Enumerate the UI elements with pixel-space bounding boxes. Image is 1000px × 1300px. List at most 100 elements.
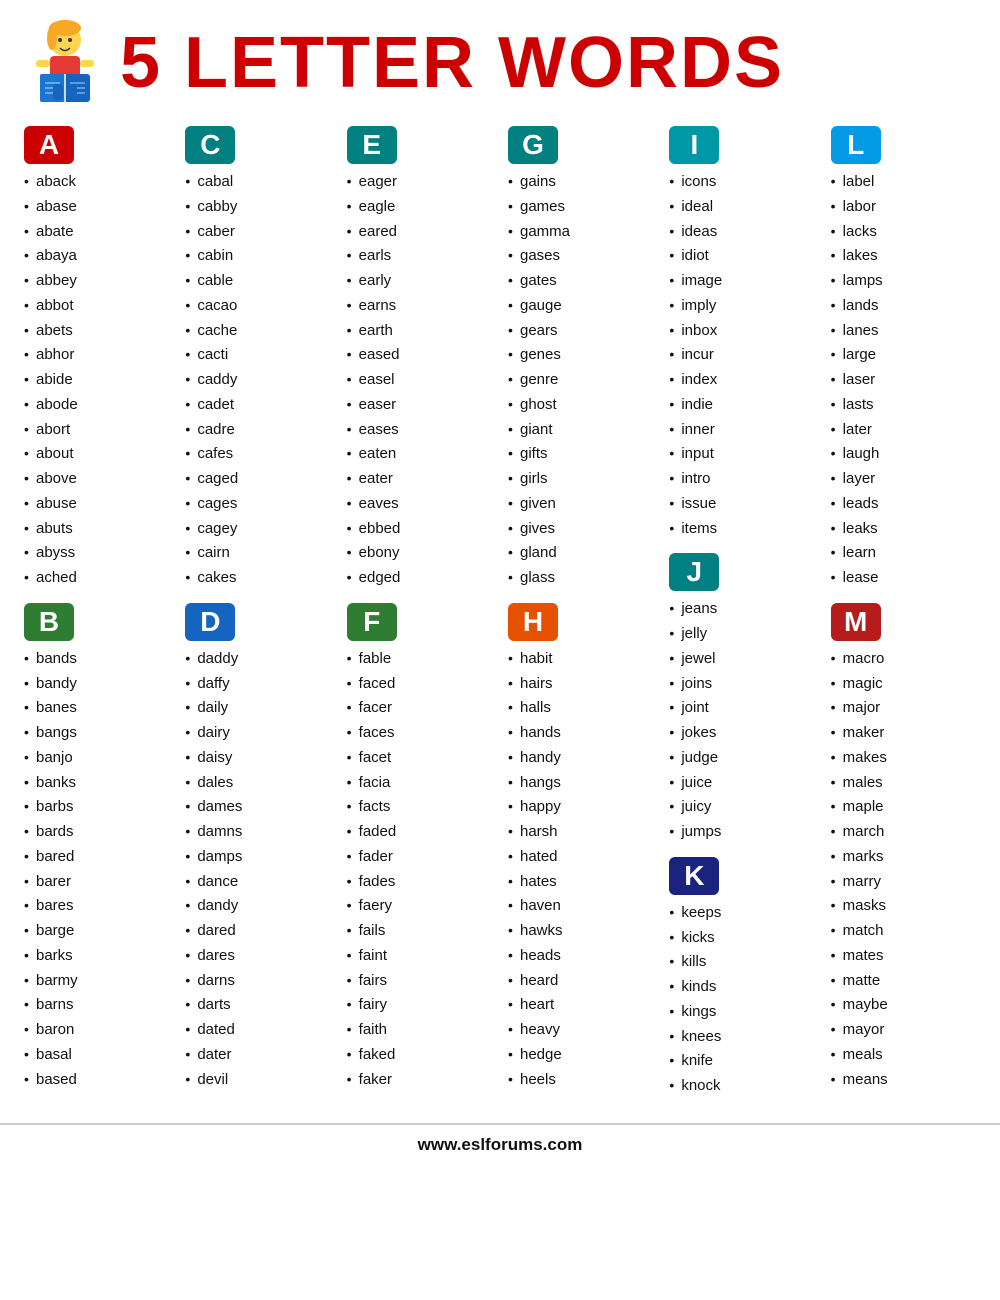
list-item: laser bbox=[831, 368, 976, 393]
list-item: barmy bbox=[24, 969, 169, 994]
list-item: inner bbox=[669, 418, 814, 443]
list-item: banjo bbox=[24, 746, 169, 771]
list-item: hates bbox=[508, 870, 653, 895]
word-list-i: icons ideal ideas idiot image imply inbo… bbox=[669, 170, 814, 541]
list-item: items bbox=[669, 517, 814, 542]
list-item: marks bbox=[831, 845, 976, 870]
page-title: 5 LETTER WORDS bbox=[120, 27, 784, 99]
list-item: above bbox=[24, 467, 169, 492]
list-item: damps bbox=[185, 845, 330, 870]
list-item: facia bbox=[347, 771, 492, 796]
list-item: abhor bbox=[24, 343, 169, 368]
list-item: lakes bbox=[831, 244, 976, 269]
list-item: cabal bbox=[185, 170, 330, 195]
list-item: icons bbox=[669, 170, 814, 195]
list-item: barbs bbox=[24, 795, 169, 820]
list-item: banes bbox=[24, 696, 169, 721]
letter-badge-k: K bbox=[669, 857, 719, 895]
list-item: cafes bbox=[185, 442, 330, 467]
list-item: cabin bbox=[185, 244, 330, 269]
list-item: bares bbox=[24, 894, 169, 919]
list-item: cadre bbox=[185, 418, 330, 443]
list-item: based bbox=[24, 1068, 169, 1093]
list-item: march bbox=[831, 820, 976, 845]
list-item: genes bbox=[508, 343, 653, 368]
list-item: hawks bbox=[508, 919, 653, 944]
list-item: lease bbox=[831, 566, 976, 591]
list-item: masks bbox=[831, 894, 976, 919]
header: 5 LETTER WORDS bbox=[0, 0, 1000, 118]
list-item: inbox bbox=[669, 319, 814, 344]
list-item: jewel bbox=[669, 647, 814, 672]
list-item: juice bbox=[669, 771, 814, 796]
list-item: imply bbox=[669, 294, 814, 319]
list-item: ideas bbox=[669, 220, 814, 245]
list-item: faery bbox=[347, 894, 492, 919]
list-item: bards bbox=[24, 820, 169, 845]
list-item: bangs bbox=[24, 721, 169, 746]
list-item: knees bbox=[669, 1025, 814, 1050]
list-item: lands bbox=[831, 294, 976, 319]
list-item: daisy bbox=[185, 746, 330, 771]
list-item: dater bbox=[185, 1043, 330, 1068]
list-item: bared bbox=[24, 845, 169, 870]
word-list-g: gains games gamma gases gates gauge gear… bbox=[508, 170, 653, 591]
column-l: L label labor lacks lakes lamps lands la… bbox=[823, 126, 984, 1111]
list-item: eater bbox=[347, 467, 492, 492]
list-item: labor bbox=[831, 195, 976, 220]
list-item: early bbox=[347, 269, 492, 294]
list-item: giant bbox=[508, 418, 653, 443]
list-item: heads bbox=[508, 944, 653, 969]
list-item: match bbox=[831, 919, 976, 944]
list-item: glass bbox=[508, 566, 653, 591]
list-item: daffy bbox=[185, 672, 330, 697]
list-item: ebbed bbox=[347, 517, 492, 542]
list-item: gains bbox=[508, 170, 653, 195]
list-item: basal bbox=[24, 1043, 169, 1068]
list-item: abide bbox=[24, 368, 169, 393]
letter-badge-d: D bbox=[185, 603, 235, 641]
list-item: mayor bbox=[831, 1018, 976, 1043]
list-item: ebony bbox=[347, 541, 492, 566]
list-item: handy bbox=[508, 746, 653, 771]
list-item: hated bbox=[508, 845, 653, 870]
list-item: fairs bbox=[347, 969, 492, 994]
list-item: abbey bbox=[24, 269, 169, 294]
list-item: dated bbox=[185, 1018, 330, 1043]
list-item: heavy bbox=[508, 1018, 653, 1043]
letter-badge-e: E bbox=[347, 126, 397, 164]
list-item: dandy bbox=[185, 894, 330, 919]
list-item: maker bbox=[831, 721, 976, 746]
list-item: males bbox=[831, 771, 976, 796]
list-item: bands bbox=[24, 647, 169, 672]
list-item: about bbox=[24, 442, 169, 467]
list-item: abate bbox=[24, 220, 169, 245]
list-item: darts bbox=[185, 993, 330, 1018]
list-item: gears bbox=[508, 319, 653, 344]
word-list-k: keeps kicks kills kinds kings knees knif… bbox=[669, 901, 814, 1099]
list-item: matte bbox=[831, 969, 976, 994]
list-item: edged bbox=[347, 566, 492, 591]
letter-badge-g: G bbox=[508, 126, 558, 164]
list-item: eared bbox=[347, 220, 492, 245]
list-item: incur bbox=[669, 343, 814, 368]
list-item: facet bbox=[347, 746, 492, 771]
header-icon bbox=[20, 18, 110, 108]
list-item: abets bbox=[24, 319, 169, 344]
list-item: given bbox=[508, 492, 653, 517]
list-item: happy bbox=[508, 795, 653, 820]
word-list-c: cabal cabby caber cabin cable cacao cach… bbox=[185, 170, 330, 591]
column-i: I icons ideal ideas idiot image imply in… bbox=[661, 126, 822, 1111]
list-item: eases bbox=[347, 418, 492, 443]
letter-badge-f: F bbox=[347, 603, 397, 641]
letter-badge-c: C bbox=[185, 126, 235, 164]
list-item: earth bbox=[347, 319, 492, 344]
letter-badge-i: I bbox=[669, 126, 719, 164]
column-c: C cabal cabby caber cabin cable cacao ca… bbox=[177, 126, 338, 1111]
list-item: caber bbox=[185, 220, 330, 245]
list-item: abuse bbox=[24, 492, 169, 517]
list-item: habit bbox=[508, 647, 653, 672]
list-item: later bbox=[831, 418, 976, 443]
list-item: abode bbox=[24, 393, 169, 418]
list-item: abort bbox=[24, 418, 169, 443]
